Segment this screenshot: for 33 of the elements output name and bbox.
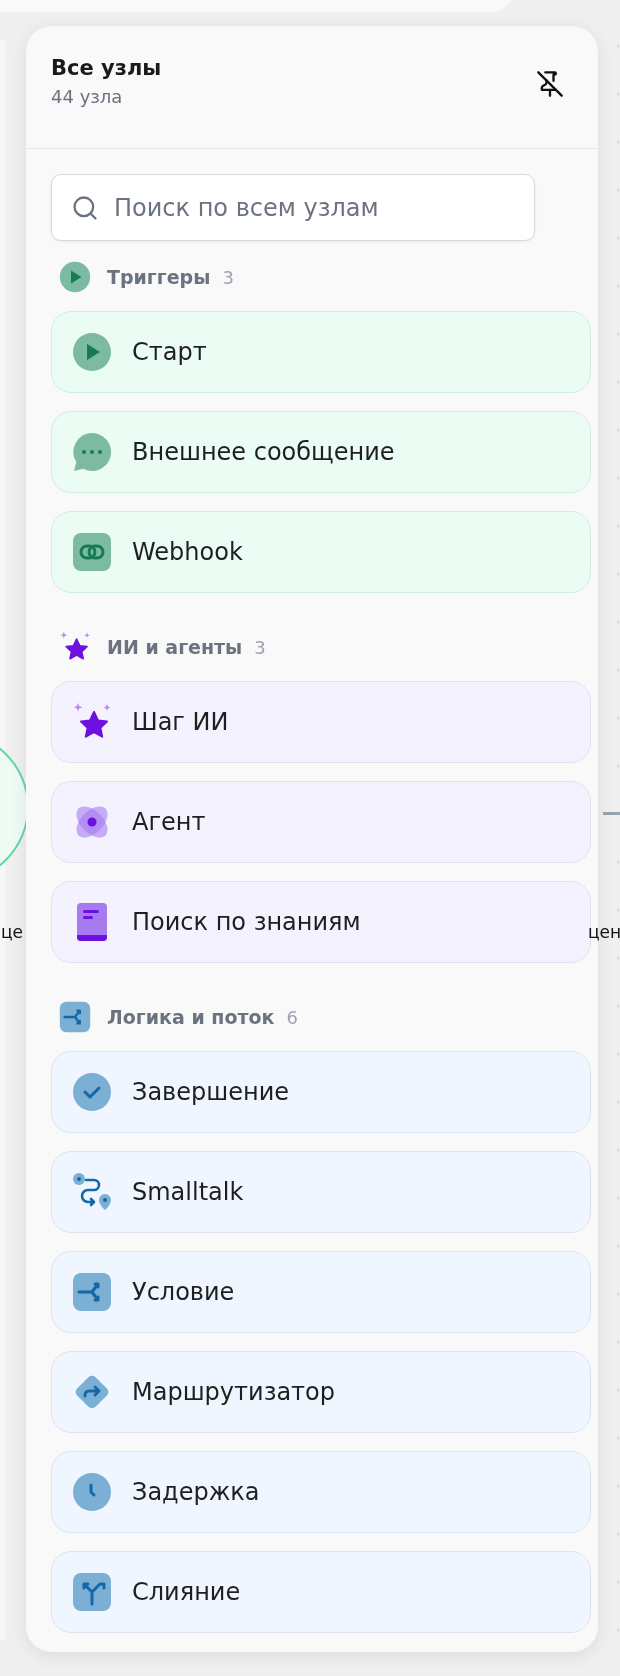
- node-item[interactable]: Маршрутизатор: [51, 1351, 591, 1433]
- merge-arrows-icon: [72, 1572, 112, 1612]
- group-title: Триггеры: [107, 266, 211, 288]
- check-circle-icon: [72, 1072, 112, 1112]
- node-item[interactable]: Условие: [51, 1251, 591, 1333]
- chat-bubble-icon: [72, 432, 112, 472]
- node-item[interactable]: Завершение: [51, 1051, 591, 1133]
- node-item[interactable]: Старт: [51, 311, 591, 393]
- node-item[interactable]: Smalltalk: [51, 1151, 591, 1233]
- node-label: це: [1, 922, 24, 942]
- split-arrows-icon: [59, 1001, 91, 1033]
- group-count: 3: [222, 266, 234, 288]
- split-arrows-icon: [72, 1272, 112, 1312]
- panel-title: Все узлы: [51, 56, 162, 80]
- node-item[interactable]: Внешнее сообщение: [51, 411, 591, 493]
- play-icon: [72, 332, 112, 372]
- node-label: цен: [588, 922, 620, 942]
- search-field[interactable]: Поиск по всем узлам: [51, 174, 535, 241]
- group-count: 6: [286, 1006, 298, 1028]
- group-count: 3: [254, 636, 266, 658]
- group-title: Логика и поток: [107, 1006, 275, 1028]
- group-title: ИИ и агенты: [107, 636, 243, 658]
- node-item[interactable]: Слияние: [51, 1551, 591, 1633]
- route-icon: [72, 1172, 112, 1212]
- clock-icon: [72, 1472, 112, 1512]
- node-item[interactable]: Шаг ИИ: [51, 681, 591, 763]
- node-item[interactable]: Задержка: [51, 1451, 591, 1533]
- search-icon: [71, 194, 99, 222]
- play-icon: [59, 261, 91, 293]
- link-icon: [72, 532, 112, 572]
- node-item[interactable]: Агент: [51, 781, 591, 863]
- node-item[interactable]: Webhook: [51, 511, 591, 593]
- node-count: 44 узла: [51, 86, 124, 107]
